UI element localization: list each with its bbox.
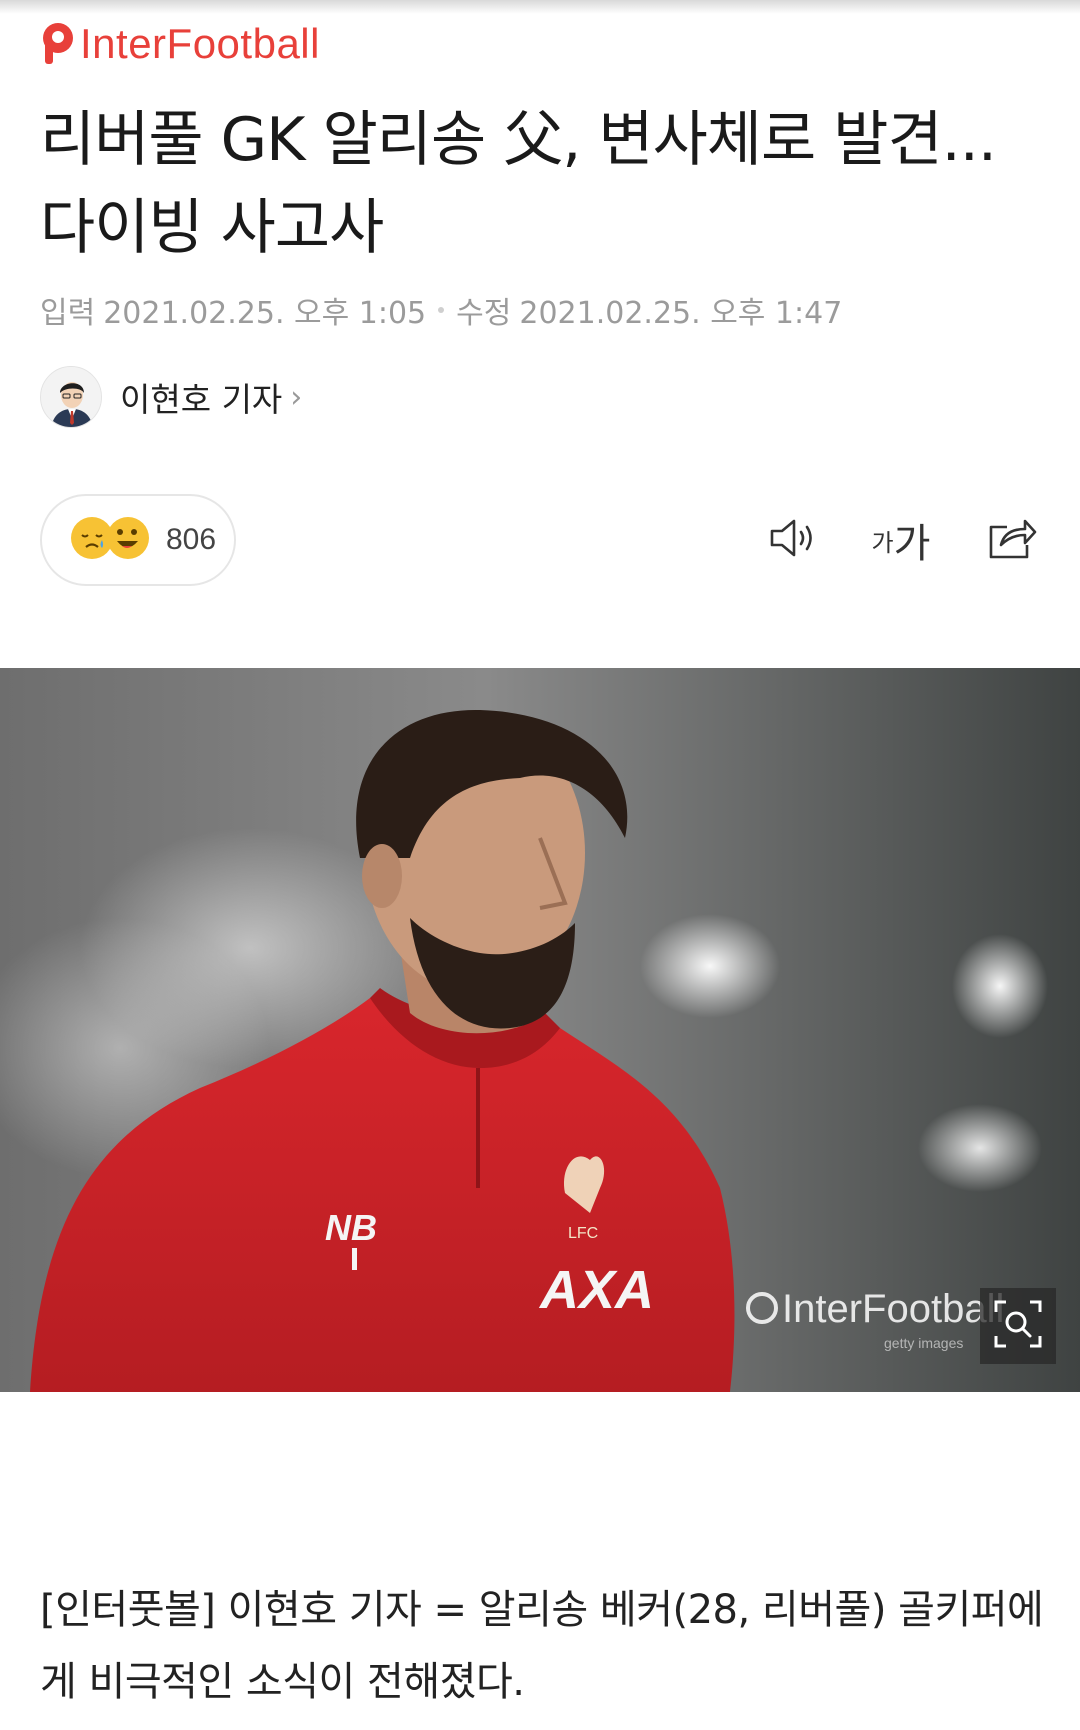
published-label: 입력 [40,296,96,331]
top-shadow [0,0,1080,14]
logo-mark-icon [40,22,76,66]
image-zoom-button[interactable] [980,1288,1056,1364]
article-meta: 입력 2021.02.25. 오후 1:05 수정 2021.02.25. 오후… [40,288,842,332]
font-small-glyph: 가 [871,528,894,557]
svg-text:AXA: AXA [538,1260,654,1320]
font-big-glyph: 가 [893,521,931,567]
author-name: 이현호 기자 [120,380,283,419]
article-headline: 리버풀 GK 알리송 父, 변사체로 발견...다이빙 사고사 [40,105,997,263]
zoom-search-icon [992,1298,1044,1354]
logo-text: InterFootball [80,20,320,67]
reaction-count: 806 [166,523,217,556]
meta-separator [438,307,445,313]
published-time: 2021.02.25. 오후 1:05 [103,296,427,331]
svg-text:InterFootball: InterFootball [782,1287,1004,1331]
modified-time: 2021.02.25. 오후 1:47 [519,296,843,331]
read-aloud-button[interactable] [764,510,824,570]
svg-text:LFC: LFC [568,1225,598,1242]
share-button[interactable] [984,510,1040,570]
author-avatar [40,366,102,428]
reaction-button[interactable]: 806 [40,494,236,586]
modified-label: 수정 [456,296,512,331]
svg-text:getty images: getty images [884,1335,963,1351]
chevron-right-icon: › [290,379,303,415]
sad-face-icon [68,514,156,566]
speaker-icon [768,516,820,564]
article-body: [인터풋볼] 이현호 기자 = 알리송 베커(28, 리버풀) 골키퍼에게 비극… [40,1587,1044,1705]
site-logo[interactable]: InterFootball [40,20,320,68]
svg-text:NB: NB [325,1207,377,1248]
article-photo[interactable]: NB LFC AXA InterFootball getty images [0,668,1080,1392]
font-size-button[interactable]: 가 가 [866,510,936,570]
author-link[interactable]: 이현호 기자 › [40,366,302,428]
share-icon [987,515,1037,565]
